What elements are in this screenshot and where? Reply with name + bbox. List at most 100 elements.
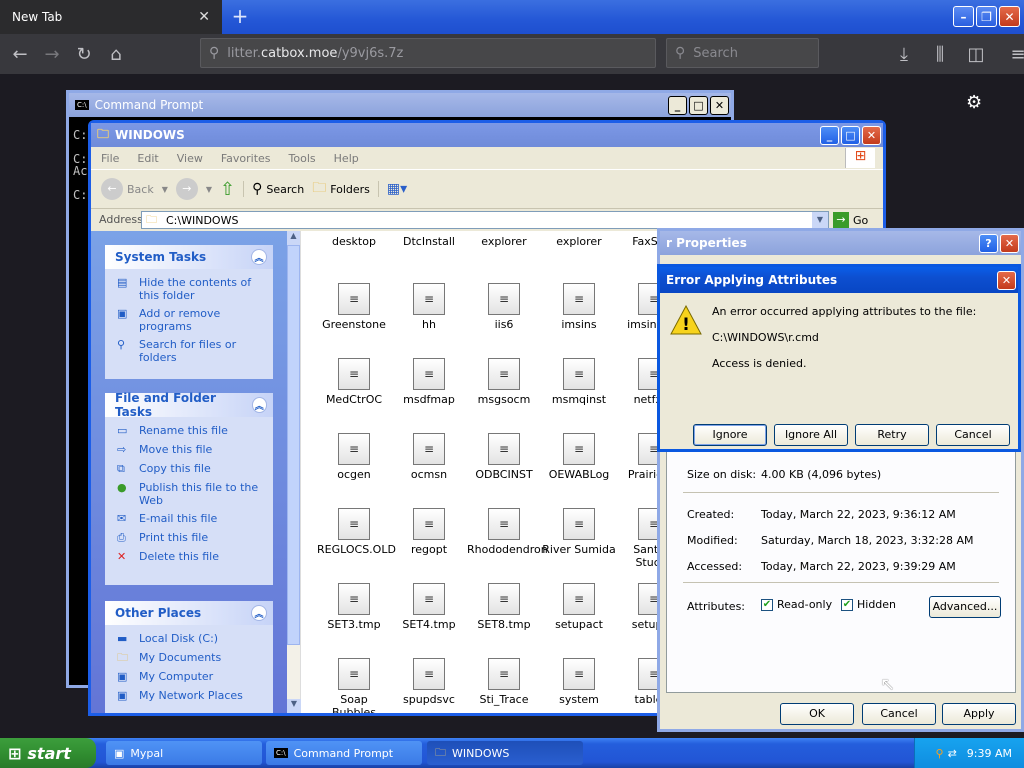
system-tasks-header[interactable]: System Tasks ︽ — [105, 245, 273, 269]
new-tab-icon[interactable]: + — [228, 4, 252, 28]
start-button[interactable]: ⊞ start — [0, 738, 96, 768]
collapse-chevron-icon[interactable]: ︽ — [251, 397, 267, 413]
file-item[interactable]: explorer — [467, 235, 541, 248]
views-icon[interactable]: ▦▾ — [377, 181, 407, 197]
file-item[interactable]: ≡ regopt — [392, 508, 466, 556]
dropdown-icon[interactable]: ▼ — [162, 185, 168, 194]
file-item[interactable]: ≡ MedCtrOC — [317, 358, 391, 406]
menu-view[interactable]: View — [177, 152, 203, 165]
file-item[interactable]: ≡ SET8.tmp — [467, 583, 541, 631]
file-item[interactable]: ≡ Soap Bubbles — [317, 658, 391, 713]
file-item[interactable]: ≡ spupdsvc — [392, 658, 466, 706]
file-item[interactable]: ≡ hh — [392, 283, 466, 331]
hidden-checkbox[interactable]: ✔ Hidden — [841, 598, 896, 611]
file-item[interactable]: ≡ River Sumida — [542, 508, 616, 556]
apply-button[interactable]: Apply — [942, 703, 1016, 725]
dropdown-icon[interactable]: ▼ — [812, 212, 828, 228]
scroll-up-icon[interactable]: ▲ — [287, 231, 300, 245]
sidebar-icon[interactable]: ◫ — [962, 40, 990, 68]
retry-button[interactable]: Retry — [855, 424, 929, 446]
file-item[interactable]: ≡ msgsocm — [467, 358, 541, 406]
close-icon[interactable]: ✕ — [1000, 233, 1019, 253]
task-print[interactable]: ⎙ Print this file — [105, 528, 273, 547]
close-tab-icon[interactable]: ✕ — [198, 9, 210, 25]
properties-titlebar[interactable]: r Properties ? ✕ — [660, 231, 1021, 255]
library-icon[interactable]: ⫼ — [926, 40, 954, 68]
back-button[interactable]: ← Back — [101, 178, 154, 200]
folders-button[interactable]: 🗀 Folders — [312, 177, 370, 201]
minimize-icon[interactable]: _ — [668, 95, 687, 115]
gear-icon[interactable]: ⚙ — [966, 92, 982, 113]
file-item[interactable]: ≡ ocmsn — [392, 433, 466, 481]
cmd-titlebar[interactable]: C:\ Command Prompt _ □ ✕ — [69, 93, 731, 117]
collapse-chevron-icon[interactable]: ︽ — [251, 605, 267, 621]
task-move[interactable]: ⇨ Move this file — [105, 440, 273, 459]
task-add-remove[interactable]: ▣ Add or remove programs — [105, 304, 273, 335]
scroll-down-icon[interactable]: ▼ — [287, 699, 301, 713]
task-email[interactable]: ✉ E-mail this file — [105, 509, 273, 528]
other-places-header[interactable]: Other Places ︽ — [105, 601, 273, 625]
file-item[interactable]: desktop — [317, 235, 391, 248]
cancel-button[interactable]: Cancel — [862, 703, 936, 725]
task-command-prompt[interactable]: C:\ Command Prompt — [266, 741, 422, 765]
go-button[interactable]: → Go — [833, 212, 868, 228]
search-button[interactable]: ⚲ Search — [243, 181, 304, 197]
forward-icon[interactable]: → — [38, 40, 66, 68]
place-network[interactable]: ▣ My Network Places — [105, 686, 273, 705]
task-hide-contents[interactable]: ▤ Hide the contents of this folder — [105, 273, 273, 304]
scroll-thumb[interactable] — [287, 245, 300, 645]
task-rename[interactable]: ▭ Rename this file — [105, 421, 273, 440]
task-publish[interactable]: ● Publish this file to the Web — [105, 478, 273, 509]
restore-icon[interactable]: ❐ — [976, 6, 997, 27]
minimize-icon[interactable]: _ — [820, 125, 839, 145]
error-titlebar[interactable]: Error Applying Attributes ✕ — [660, 267, 1018, 293]
file-item[interactable]: ≡ msmqinst — [542, 358, 616, 406]
home-icon[interactable]: ⌂ — [102, 40, 130, 68]
tray-search-icon[interactable]: ⚲ — [936, 747, 944, 760]
file-item[interactable]: ≡ iis6 — [467, 283, 541, 331]
browser-tab[interactable]: New Tab ✕ — [0, 0, 222, 34]
file-item[interactable]: ≡ SET4.tmp — [392, 583, 466, 631]
file-item[interactable]: ≡ REGLOCS.OLD — [317, 508, 396, 556]
file-item[interactable]: ≡ Sti_Trace — [467, 658, 541, 706]
file-item[interactable]: ≡ SET3.tmp — [317, 583, 391, 631]
menu-favorites[interactable]: Favorites — [221, 152, 271, 165]
tray-network-icon[interactable]: ⇄ — [948, 747, 957, 760]
ignore-button[interactable]: Ignore — [693, 424, 767, 446]
menu-tools[interactable]: Tools — [289, 152, 316, 165]
place-my-documents[interactable]: 🗀 My Documents — [105, 648, 273, 667]
file-tasks-header[interactable]: File and Folder Tasks ︽ — [105, 391, 273, 419]
back-icon[interactable]: ← — [6, 40, 34, 68]
file-item[interactable]: explorer — [542, 235, 616, 248]
file-item[interactable]: ≡ system — [542, 658, 616, 706]
minimize-icon[interactable]: – — [953, 6, 974, 27]
dropdown-icon[interactable]: ▼ — [206, 185, 212, 194]
close-icon[interactable]: ✕ — [710, 95, 729, 115]
download-icon[interactable]: ⤓ — [890, 40, 918, 68]
vertical-scrollbar[interactable]: ▲ ▼ — [287, 231, 301, 713]
reload-icon[interactable]: ↻ — [70, 40, 98, 68]
file-item[interactable]: ≡ ocgen — [317, 433, 391, 481]
search-input[interactable]: ⚲ Search — [666, 38, 819, 68]
file-item[interactable]: DtcInstall — [392, 235, 466, 248]
task-search[interactable]: ⚲ Search for files or folders — [105, 335, 273, 366]
place-local-disk[interactable]: ▬ Local Disk (C:) — [105, 629, 273, 648]
menu-file[interactable]: File — [101, 152, 119, 165]
maximize-icon[interactable]: □ — [689, 95, 708, 115]
task-mypal[interactable]: ▣ Mypal — [106, 741, 262, 765]
advanced-button[interactable]: Advanced... — [929, 596, 1001, 618]
menu-edit[interactable]: Edit — [137, 152, 158, 165]
place-my-computer[interactable]: ▣ My Computer — [105, 667, 273, 686]
task-windows[interactable]: 🗀 WINDOWS — [427, 741, 583, 765]
close-icon[interactable]: ✕ — [862, 125, 881, 145]
file-item[interactable]: ≡ setupact — [542, 583, 616, 631]
file-item[interactable]: ≡ msdfmap — [392, 358, 466, 406]
file-item[interactable]: ≡ Rhododendron — [467, 508, 548, 556]
url-bar[interactable]: ⚲ litter. catbox.moe/y9vj6s.7z — [200, 38, 656, 68]
file-item[interactable]: ≡ OEWABLog — [542, 433, 616, 481]
readonly-checkbox[interactable]: ✔ Read-only — [761, 598, 832, 611]
forward-icon[interactable]: → — [175, 178, 198, 200]
close-icon[interactable]: ✕ — [997, 270, 1016, 290]
ignore-all-button[interactable]: Ignore All — [774, 424, 848, 446]
help-icon[interactable]: ? — [979, 233, 998, 253]
